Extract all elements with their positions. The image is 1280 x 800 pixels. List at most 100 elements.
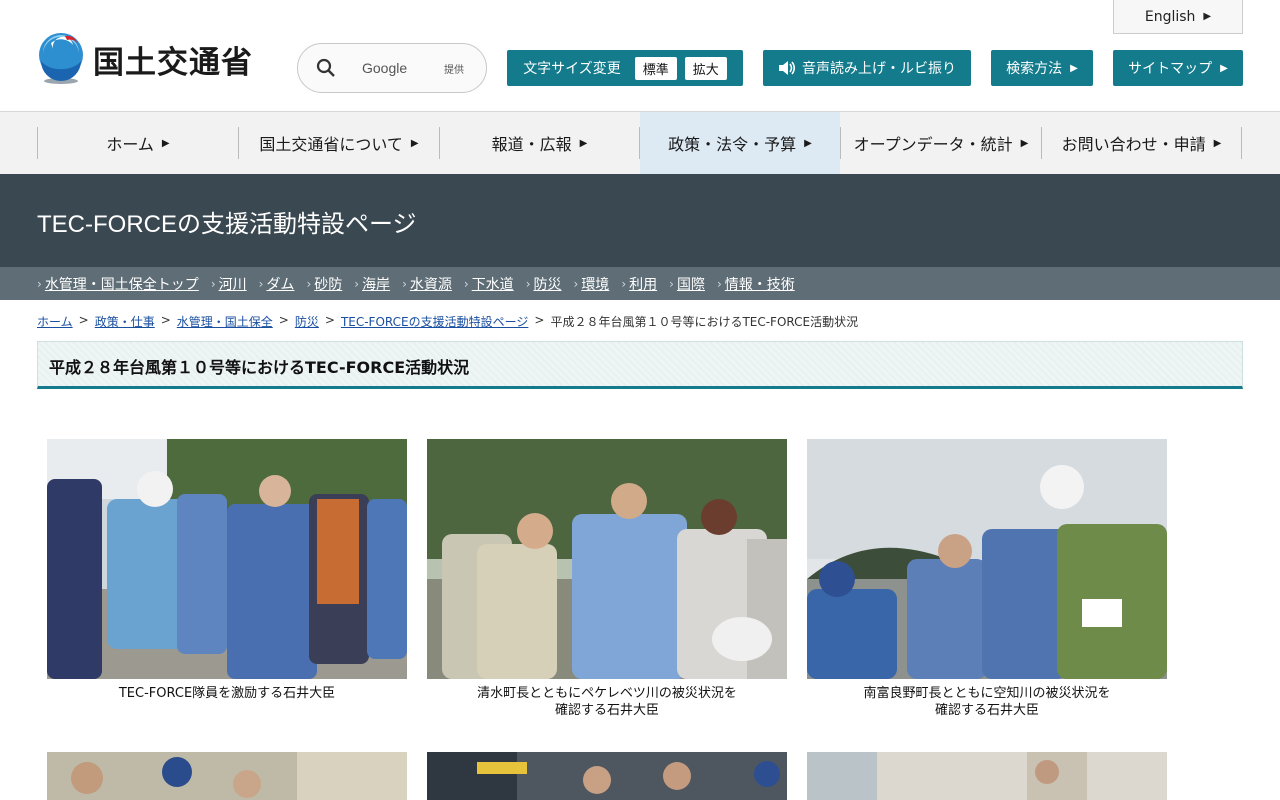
photo-caption: TEC-FORCE隊員を激励する石井大臣 [47,685,407,702]
photo-image [47,439,407,679]
search-provided-label: 提供 [444,64,464,76]
triangle-right-icon: ▶ [1070,62,1078,74]
breadcrumb-separator: > [160,313,171,327]
mlit-logo-icon [39,33,83,84]
nav-item-label: 報道・広報 [491,135,572,154]
subnav-link-water-resources[interactable]: › 水資源 [402,274,452,294]
nav-item-label: お問い合わせ・申請 [1061,135,1206,154]
triangle-right-icon: ▶ [804,137,812,149]
photo-shimizu-mayor[interactable] [427,439,787,679]
subnav-link-label: 河川 [218,276,247,293]
nav-item-label: 国土交通省について [259,135,403,154]
photo-row2-2[interactable] [427,752,787,800]
nav-item-label: オープンデータ・統計 [853,135,1013,154]
global-nav: ホーム ▶ 国土交通省について ▶ 報道・広報 ▶ 政策・法令・予算 ▶ オープンデータ… [0,112,1280,174]
triangle-right-icon: ▶ [161,137,170,149]
search-input[interactable] [360,59,454,77]
search-howto-button[interactable]: 検索方法 ▶ [991,50,1093,86]
page-heading-box: 平成２８年台風第１０号等におけるTEC-FORCE活動状況 [37,341,1243,389]
subnav-link-label: 下水道 [471,276,514,293]
search-howto-label: 検索方法 [1006,61,1063,77]
subnav-link-rivers[interactable]: › 河川 [211,274,247,294]
subnav-link-info-tech[interactable]: › 情報・技術 [717,274,795,294]
subnav-link-label: ダム [266,276,295,293]
triangle-right-icon: ▶ [1020,137,1029,149]
chevron-right-icon: › [621,276,627,291]
subnav-link-top[interactable]: › 水管理・国土保全トップ [37,274,199,294]
photo-image [427,439,787,679]
photo-image [47,752,407,800]
subnav-link-label: 国際 [676,276,705,293]
nav-item-home[interactable]: ホーム ▶ [38,112,238,174]
chevron-right-icon: › [258,276,264,291]
breadcrumb-separator: > [78,313,89,327]
english-link[interactable]: English ▶ [1113,0,1243,34]
nav-item-policy[interactable]: 政策・法令・予算 ▶ [640,112,840,174]
chevron-right-icon: › [306,276,312,291]
sitemap-label: サイトマップ [1128,61,1213,77]
chevron-right-icon: › [573,276,579,291]
font-size-control: 文字サイズ変更 標準 拡大 [507,50,743,86]
photo-minamifurano-mayor[interactable] [807,439,1167,679]
site-header: 国土交通省 提供 English ▶ 文字サイズ変更 標準 拡大 音声読み上げ・… [0,0,1280,112]
subnav-link-disaster[interactable]: › 防災 [526,274,562,294]
subnav-link-label: 防災 [533,276,562,293]
breadcrumb-link[interactable]: TEC-FORCEの支援活動特設ページ [341,313,528,330]
speaker-icon [779,61,796,75]
triangle-right-icon: ▶ [1220,62,1228,74]
section-title: TEC-FORCEの支援活動特設ページ [37,211,417,238]
subnav-link-sewerage[interactable]: › 下水道 [464,274,514,294]
chevron-right-icon: › [525,276,531,291]
voice-ruby-label: 音声読み上げ・ルビ振り [802,61,956,77]
font-size-label: 文字サイズ変更 [523,61,621,77]
triangle-right-icon: ▶ [410,137,419,149]
triangle-right-icon: ▶ [579,137,588,149]
chevron-right-icon: › [402,276,407,291]
nav-item-opendata[interactable]: オープンデータ・統計 ▶ [841,112,1041,174]
font-size-large-button[interactable]: 拡大 [684,56,727,80]
chevron-right-icon: › [354,276,360,291]
breadcrumb-separator: > [534,313,545,327]
triangle-right-icon: ▶ [1213,137,1222,149]
subnav-link-international[interactable]: › 国際 [669,274,705,294]
subnav-link-label: 利用 [629,276,658,293]
photo-image [807,439,1167,679]
subnav-link-label: 砂防 [314,276,343,293]
breadcrumb-link[interactable]: 水管理・国土保全 [177,313,273,330]
nav-item-contact[interactable]: お問い合わせ・申請 ▶ [1042,112,1241,174]
caption-line: 南富良野町長とともに空知川の被災状況を [863,686,1111,701]
nav-divider [1241,127,1242,159]
subnav-link-label: 環境 [581,276,610,293]
subnav-link-use[interactable]: › 利用 [621,274,657,294]
photo-row2-1[interactable] [47,752,407,800]
nav-item-press[interactable]: 報道・広報 ▶ [440,112,639,174]
subnav-link-label: 水管理・国土保全トップ [44,276,199,293]
photo-minister-encouraging[interactable] [47,439,407,679]
logo-text: 国土交通省 [93,44,253,81]
breadcrumb-link[interactable]: 防災 [295,313,319,330]
breadcrumb-separator: > [324,313,335,327]
breadcrumb-link[interactable]: 政策・仕事 [95,313,155,330]
caption-line: TEC-FORCE隊員を激励する石井大臣 [118,686,336,701]
site-logo[interactable]: 国土交通省 [37,33,253,85]
photo-image [807,752,1167,800]
subnav-link-coast[interactable]: › 海岸 [354,274,390,294]
nav-item-about[interactable]: 国土交通省について ▶ [239,112,439,174]
page-heading: 平成２８年台風第１０号等におけるTEC-FORCE活動状況 [49,358,470,377]
sitemap-button[interactable]: サイトマップ ▶ [1113,50,1243,86]
breadcrumb-link[interactable]: ホーム [37,313,73,330]
subnav-link-label: 水資源 [409,276,452,293]
caption-line: 確認する石井大臣 [554,703,659,718]
subnav-link-sabo[interactable]: › 砂防 [306,274,342,294]
search-icon[interactable] [316,58,336,78]
chevron-right-icon: › [210,276,216,291]
voice-ruby-button[interactable]: 音声読み上げ・ルビ振り [763,50,971,86]
chevron-right-icon: › [463,276,469,291]
nav-item-label: 政策・法令・予算 [668,135,797,154]
photo-row2-3[interactable] [807,752,1167,800]
subnav-link-dams[interactable]: › ダム [259,274,295,294]
font-size-standard-button[interactable]: 標準 [634,56,677,80]
subnav-link-environment[interactable]: › 環境 [574,274,610,294]
caption-line: 確認する石井大臣 [934,703,1039,718]
english-link-label: English [1144,8,1196,25]
